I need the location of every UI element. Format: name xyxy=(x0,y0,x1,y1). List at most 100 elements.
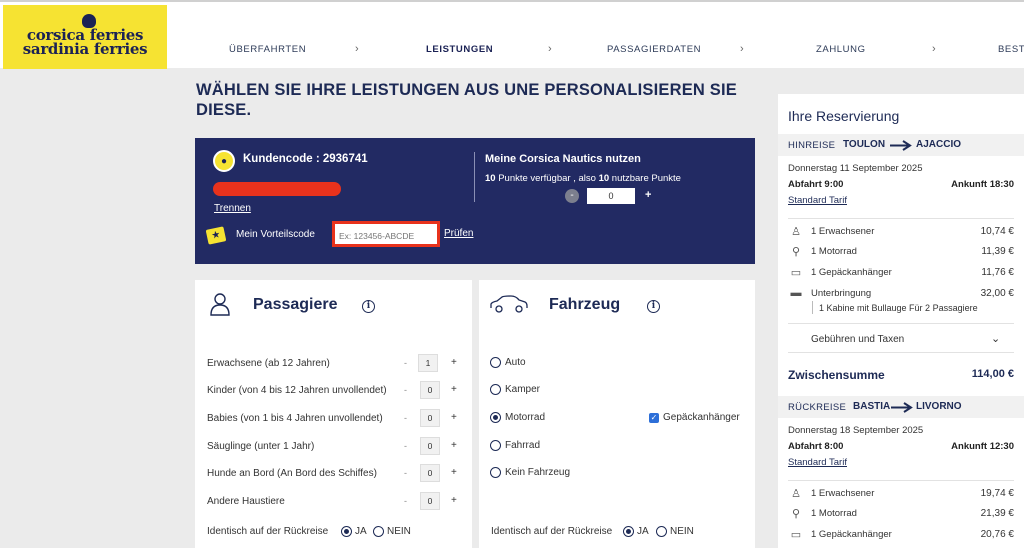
passenger-count[interactable]: 0 xyxy=(420,381,440,399)
chevron-right-icon: › xyxy=(548,43,552,55)
increment-button[interactable]: + xyxy=(451,467,457,478)
logo[interactable]: corsica ferries sardinia ferries xyxy=(3,5,167,69)
chevron-down-icon[interactable]: ⌄ xyxy=(991,332,1000,345)
return-from: BASTIA xyxy=(853,401,891,412)
vehicle-radio-fahrrad[interactable] xyxy=(490,440,501,451)
vehicle-radio-kamper[interactable] xyxy=(490,384,501,395)
redacted-name xyxy=(213,182,341,196)
item-label: Unterbringung xyxy=(811,288,872,299)
chevron-right-icon: › xyxy=(932,43,936,55)
bed-icon: ▬ xyxy=(790,287,802,299)
item-label: 1 Motorrad xyxy=(811,246,857,257)
return-header: RÜCKREISE BASTIA LIVORNO xyxy=(778,396,1024,418)
points-text-b: nutzbare Punkte xyxy=(609,173,681,184)
arrow-right-icon xyxy=(891,402,913,413)
points-input[interactable]: 0 xyxy=(587,188,635,204)
decrement-button[interactable]: - xyxy=(404,358,407,368)
item-price: 21,39 € xyxy=(980,508,1014,519)
decrement-button[interactable]: - xyxy=(404,441,407,451)
motorbike-icon: ⚲ xyxy=(791,508,801,520)
return-date: Donnerstag 18 September 2025 xyxy=(788,425,924,436)
reservation-sidebar: Ihre Reservierung HINREISE TOULON AJACCI… xyxy=(778,94,1024,548)
passengers-title: Passagiere xyxy=(253,296,338,313)
info-icon[interactable]: i xyxy=(362,300,375,313)
divider xyxy=(788,323,1014,324)
increment-button[interactable]: + xyxy=(451,357,457,368)
motorbike-icon: ⚲ xyxy=(791,246,801,258)
vehicle-radio-motorrad[interactable] xyxy=(490,412,501,423)
item-label: 1 Gepäckanhänger xyxy=(811,529,892,540)
passenger-row-label: Babies (von 1 bis 4 Jahren unvollendet) xyxy=(207,413,383,424)
nautics-title: Meine Corsica Nautics nutzen xyxy=(485,153,641,165)
person-icon: ♙ xyxy=(791,488,801,500)
chevron-right-icon: › xyxy=(355,43,359,55)
item-label: 1 Erwachsener xyxy=(811,226,875,237)
trailer-checkbox[interactable]: ✓ xyxy=(649,413,659,423)
passenger-count[interactable]: 0 xyxy=(420,409,440,427)
divider xyxy=(474,152,475,202)
item-label: 1 Motorrad xyxy=(811,508,857,519)
check-voucher-link[interactable]: Prüfen xyxy=(444,228,473,239)
increment-button[interactable]: + xyxy=(451,440,457,451)
vehicle-option-label: Fahrrad xyxy=(505,440,541,451)
outbound-label: HINREISE xyxy=(788,140,836,151)
item-price: 10,74 € xyxy=(980,226,1014,237)
divider xyxy=(812,301,813,314)
divider xyxy=(788,218,1014,219)
subtotal-value: 114,00 € xyxy=(971,368,1014,380)
passenger-count[interactable]: 0 xyxy=(420,492,440,510)
decrement-button[interactable]: - xyxy=(404,413,407,423)
outbound-tariff-link[interactable]: Standard Tarif xyxy=(788,195,847,206)
passenger-count[interactable]: 0 xyxy=(420,437,440,455)
vehicle-option-label: Motorrad xyxy=(505,412,546,423)
increment-button[interactable]: + xyxy=(451,412,457,423)
vehicle-radio-auto[interactable] xyxy=(490,357,501,368)
vehicle-card: Fahrzeug i Auto Kamper Motorrad Fahrrad … xyxy=(479,280,755,548)
return-tariff-link[interactable]: Standard Tarif xyxy=(788,457,847,468)
disconnect-link[interactable]: Trennen xyxy=(214,203,251,214)
item-price: 19,74 € xyxy=(980,488,1014,499)
points-available: 10 xyxy=(485,173,496,184)
outbound-header: HINREISE TOULON AJACCIO xyxy=(778,134,1024,156)
passenger-count[interactable]: 1 xyxy=(418,354,438,372)
vehicle-option-label: Auto xyxy=(505,357,526,368)
decrement-button[interactable]: - xyxy=(404,468,407,478)
step-leistungen: LEISTUNGEN xyxy=(426,44,494,55)
step-bestaetigung: BESTÄ xyxy=(998,44,1024,55)
same-return-yes-radio[interactable] xyxy=(623,526,634,537)
decrement-button[interactable]: - xyxy=(404,496,407,506)
trailer-icon: ▭ xyxy=(790,267,802,279)
points-text-a: Punkte verfügbar , also xyxy=(495,173,599,184)
step-ueberfahrten[interactable]: ÜBERFAHRTEN xyxy=(229,44,306,55)
outbound-from: TOULON xyxy=(843,139,886,150)
page-title: WÄHLEN SIE IHRE LEISTUNGEN AUS UNE PERSO… xyxy=(196,81,737,119)
info-icon[interactable]: i xyxy=(647,300,660,313)
outbound-arrival: Ankunft 18:30 xyxy=(951,179,1014,190)
same-return-no-radio[interactable] xyxy=(373,526,384,537)
decrement-button[interactable]: - xyxy=(404,385,407,395)
fees-toggle[interactable]: Gebühren und Taxen xyxy=(811,334,904,345)
passenger-count[interactable]: 0 xyxy=(420,464,440,482)
same-return-yes-radio[interactable] xyxy=(341,526,352,537)
same-return-no-radio[interactable] xyxy=(656,526,667,537)
step-passagierdaten: PASSAGIERDATEN xyxy=(607,44,702,55)
header: corsica ferries sardinia ferries ÜBERFAH… xyxy=(0,0,1024,69)
points-text: 10 Punkte verfügbar , also 10 nutzbare P… xyxy=(485,173,681,184)
vehicle-option-label: Kein Fahrzeug xyxy=(505,467,571,478)
reservation-title: Ihre Reservierung xyxy=(788,108,900,124)
increment-button[interactable]: + xyxy=(451,495,457,506)
passengers-card: Passagiere i Erwachsene (ab 12 Jahren) -… xyxy=(195,280,472,548)
vehicle-radio-none[interactable] xyxy=(490,467,501,478)
car-icon xyxy=(490,295,528,313)
points-plus-button[interactable]: + xyxy=(645,189,651,201)
item-price: 20,76 € xyxy=(980,529,1014,540)
loyalty-panel: ● Kundencode : 2936741 Trennen ★ Mein Vo… xyxy=(195,138,755,264)
outbound-departure: Abfahrt 9:00 xyxy=(788,179,844,190)
voucher-input[interactable] xyxy=(337,228,433,244)
person-icon xyxy=(210,293,230,316)
trailer-icon: ▭ xyxy=(790,529,802,541)
increment-button[interactable]: + xyxy=(451,384,457,395)
points-minus-button[interactable]: - xyxy=(565,189,579,203)
item-label: 1 Erwachsener xyxy=(811,488,875,499)
trailer-label: Gepäckanhänger xyxy=(663,412,740,423)
